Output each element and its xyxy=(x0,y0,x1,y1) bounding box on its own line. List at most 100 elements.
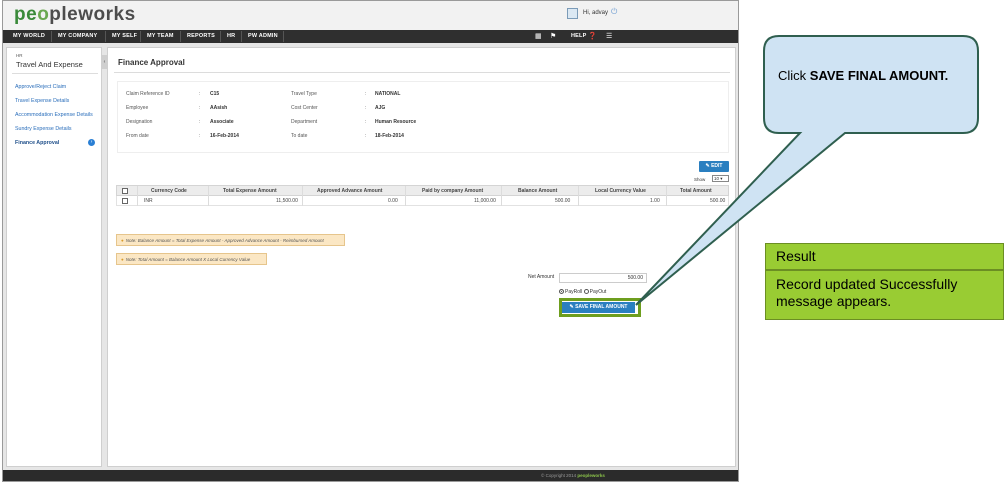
nav-my-team[interactable]: MY TEAM xyxy=(147,33,174,39)
callout-prefix: Click xyxy=(778,68,810,83)
nav-separator xyxy=(283,31,284,42)
sidebar: HR Travel And Expense Approve/Reject Cla… xyxy=(6,47,102,467)
column-divider xyxy=(578,186,579,196)
edit-button[interactable]: ✎ EDIT xyxy=(699,161,729,172)
footer-logo: peopleworks xyxy=(577,473,605,478)
total-formula-note: ● Note: Total Amount = Balance Amount X L… xyxy=(116,253,267,265)
row-checkbox[interactable] xyxy=(122,198,128,204)
sidebar-item-approve-reject-claim[interactable]: Approve/Reject Claim xyxy=(15,84,66,90)
nav-help[interactable]: HELP xyxy=(571,33,586,39)
travel-type-label: Travel Type xyxy=(291,91,317,97)
select-all-checkbox[interactable] xyxy=(122,188,128,194)
column-divider xyxy=(501,186,502,196)
sidebar-item-sundry-expense-details[interactable]: Sundry Expense Details xyxy=(15,126,72,132)
column-divider xyxy=(405,196,406,206)
power-icon[interactable]: ⏻ xyxy=(611,7,617,17)
nav-pw-admin[interactable]: PW ADMIN xyxy=(248,33,278,39)
colon: : xyxy=(199,119,201,125)
table-row[interactable]: INR 11,500.00 0.00 11,000.00 500.00 1.00… xyxy=(116,196,729,206)
title-divider xyxy=(114,72,730,73)
claim-ref-value: C15 xyxy=(210,91,220,97)
calendar-icon[interactable]: ▦ xyxy=(535,32,542,40)
payout-radio[interactable] xyxy=(583,289,589,295)
colon: : xyxy=(365,133,367,139)
nav-separator xyxy=(180,31,181,42)
cost-center-value: AJG xyxy=(375,105,386,111)
header-currency-code[interactable]: Currency Code xyxy=(151,188,187,194)
header-total-expense-amount[interactable]: Total Expense Amount xyxy=(223,188,277,194)
page-title: Finance Approval xyxy=(118,58,185,67)
cell-local-currency-value: 1.00 xyxy=(650,198,660,204)
column-divider xyxy=(302,196,303,206)
nav-separator xyxy=(105,31,106,42)
help-icon[interactable]: ❓ xyxy=(588,32,597,40)
cell-paid-by-company-amount: 11,000.00 xyxy=(474,198,496,204)
colon: : xyxy=(365,91,367,97)
column-divider xyxy=(302,186,303,196)
cell-total-expense-amount: 11,500.00 xyxy=(276,198,298,204)
column-divider xyxy=(137,186,138,196)
column-divider xyxy=(208,196,209,206)
nav-my-company[interactable]: MY COMPANY xyxy=(58,33,97,39)
sidebar-item-travel-expense-details[interactable]: Travel Expense Details xyxy=(15,98,69,104)
page-size-value: 10 xyxy=(714,176,720,181)
column-divider xyxy=(578,196,579,206)
copyright-text: © Copyright 2014 xyxy=(541,473,577,478)
arrow-right-icon: › xyxy=(88,139,95,146)
colon: : xyxy=(199,105,201,111)
page-size-select[interactable]: 10 ▾ xyxy=(712,175,729,182)
callout-emphasis: SAVE FINAL AMOUNT. xyxy=(809,68,949,83)
colon: : xyxy=(365,105,367,111)
nav-separator xyxy=(241,31,242,42)
sidebar-item-accommodation-expense-details[interactable]: Accommodation Expense Details xyxy=(15,112,93,118)
department-label: Department xyxy=(291,119,318,125)
nav-hr[interactable]: HR xyxy=(227,33,235,39)
footer: © Copyright 2014 peopleworks xyxy=(3,470,738,481)
nav-reports[interactable]: REPORTS xyxy=(187,33,215,39)
colon: : xyxy=(199,133,201,139)
to-date-value: 18-Feb-2014 xyxy=(375,133,404,139)
peopleworks-logo[interactable]: peopleworks xyxy=(14,4,136,26)
sidebar-divider xyxy=(12,73,98,74)
travel-type-value: NATIONAL xyxy=(375,91,401,97)
net-amount-label: Net Amount xyxy=(528,274,555,280)
callout-instruction: Click SAVE FINAL AMOUNT. xyxy=(778,67,958,84)
menu-icon[interactable]: ☰ xyxy=(606,32,612,40)
header-local-currency-value[interactable]: Local Currency Value xyxy=(595,188,646,194)
header-approved-advance-amount[interactable]: Approved Advance Amount xyxy=(317,188,382,194)
flag-icon[interactable]: ⚑ xyxy=(550,32,556,40)
column-divider xyxy=(501,196,502,206)
designation-label: Designation xyxy=(126,119,153,125)
lightbulb-icon: ● xyxy=(121,238,124,243)
app-window: peopleworks Hi, advay ⏻ MY WORLD MY COMP… xyxy=(2,0,739,482)
footer-copyright: © Copyright 2014 peopleworks xyxy=(541,473,605,478)
claim-info-panel: Claim Reference ID : C15 Travel Type : N… xyxy=(117,81,729,153)
user-avatar[interactable] xyxy=(567,8,578,19)
colon: : xyxy=(199,91,201,97)
payroll-radio[interactable] xyxy=(559,289,564,295)
save-button-highlight xyxy=(559,298,641,317)
net-amount-field[interactable]: 500.00 xyxy=(559,273,647,283)
nav-separator xyxy=(140,31,141,42)
sidebar-item-finance-approval[interactable]: Finance Approval xyxy=(15,140,59,146)
nav-my-self[interactable]: MY SELF xyxy=(112,33,137,39)
top-bar: peopleworks Hi, advay ⏻ xyxy=(3,1,738,30)
table-header: Currency Code Total Expense Amount Appro… xyxy=(116,185,729,196)
result-description: Record updated Successfully message appe… xyxy=(765,270,1004,320)
colon: : xyxy=(365,119,367,125)
nav-my-world[interactable]: MY WORLD xyxy=(13,33,45,39)
header-total-amount[interactable]: Total Amount xyxy=(680,188,712,194)
sidebar-module-label: HR xyxy=(16,53,23,58)
show-label: Show xyxy=(694,177,706,182)
column-divider xyxy=(137,196,138,206)
cell-approved-advance-amount: 0.00 xyxy=(388,198,398,204)
department-value: Human Resource xyxy=(375,119,417,125)
payroll-label: PayRoll xyxy=(565,289,583,295)
header-paid-by-company-amount[interactable]: Paid by company Amount xyxy=(422,188,483,194)
lightbulb-icon: ● xyxy=(121,257,124,262)
header-balance-amount[interactable]: Balance Amount xyxy=(518,188,557,194)
cost-center-label: Cost Center xyxy=(291,105,318,111)
designation-value: Associate xyxy=(210,119,234,125)
user-greeting: Hi, advay xyxy=(583,10,609,16)
claim-ref-label: Claim Reference ID xyxy=(126,91,170,97)
